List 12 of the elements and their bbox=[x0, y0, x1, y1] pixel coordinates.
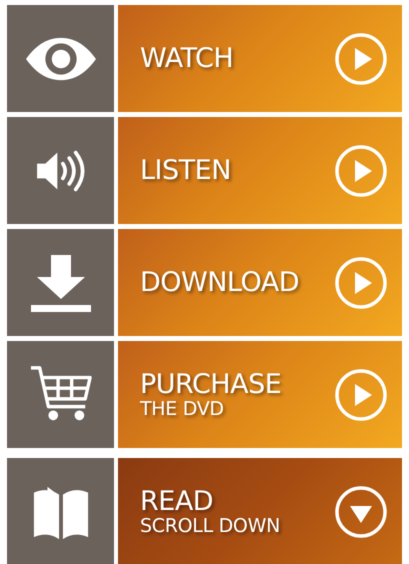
play-icon bbox=[334, 32, 388, 86]
menu-button[interactable]: DOWNLOAD bbox=[118, 229, 402, 336]
menu-button[interactable]: PURCHASE THE DVD bbox=[118, 341, 402, 448]
eye-icon bbox=[24, 36, 98, 82]
menu-button[interactable]: READ SCROLL DOWN bbox=[118, 458, 402, 564]
scroll-down-icon bbox=[334, 484, 388, 538]
play-icon bbox=[334, 368, 388, 422]
menu-button[interactable]: LISTEN bbox=[118, 117, 402, 224]
download-icon bbox=[28, 252, 92, 312]
play-icon bbox=[334, 144, 388, 198]
play-icon bbox=[334, 256, 388, 310]
menu-button[interactable]: WATCH bbox=[118, 5, 402, 112]
